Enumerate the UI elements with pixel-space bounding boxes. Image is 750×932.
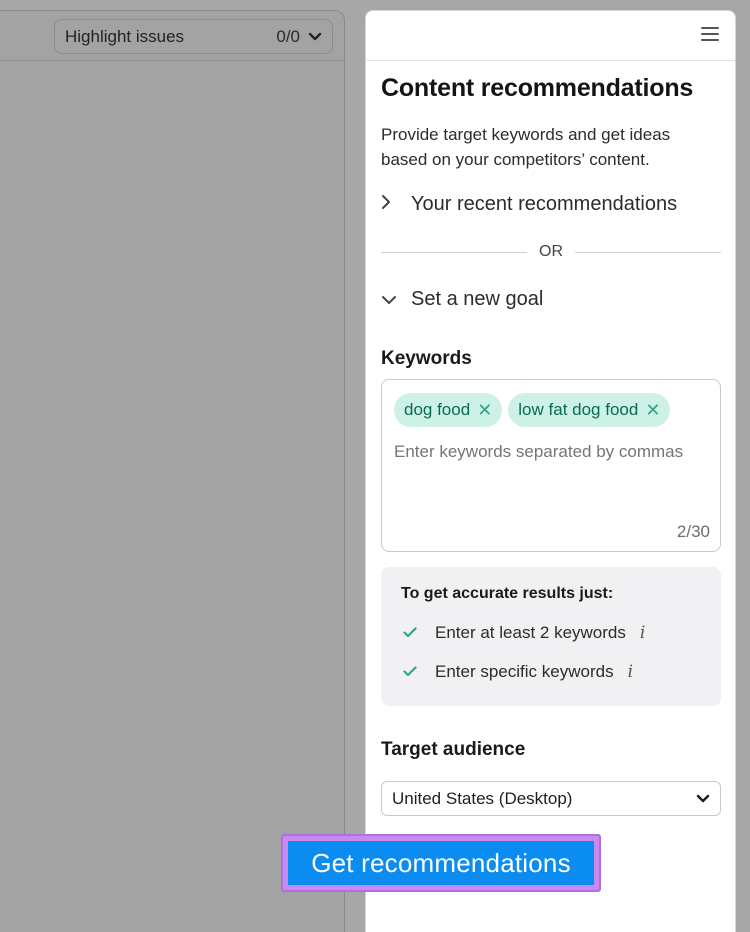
or-divider: OR (381, 241, 721, 263)
cta-highlight-frame: Get recommendations (281, 834, 601, 892)
editor-panel: Highlight issues 0/0 (0, 10, 345, 932)
highlight-issues-count: 0/0 (276, 26, 300, 46)
keyword-chip: dog food ✕ (394, 393, 503, 427)
highlight-issues-label: Highlight issues (65, 26, 185, 46)
editor-toolbar: Highlight issues 0/0 (0, 11, 344, 61)
check-icon (403, 662, 417, 682)
get-recommendations-button[interactable]: Get recommendations (288, 841, 594, 885)
sidebar-description: Provide target keywords and get ideas ba… (381, 125, 671, 169)
target-audience-select[interactable]: United States (Desktop) (381, 781, 721, 816)
info-icon[interactable]: i (640, 623, 645, 643)
hamburger-icon[interactable] (701, 27, 719, 43)
recent-recommendations-toggle[interactable]: Your recent recommendations (381, 193, 677, 216)
info-icon[interactable]: i (628, 662, 633, 682)
keyword-chip: low fat dog food ✕ (508, 393, 671, 427)
keywords-label: Keywords (381, 348, 472, 369)
tips-title: To get accurate results just: (401, 585, 614, 602)
check-icon (403, 623, 417, 643)
keyword-chip-label: dog food (404, 400, 471, 419)
or-label: OR (539, 243, 563, 260)
sidebar-header (366, 11, 735, 61)
keywords-counter: 2/30 (676, 522, 710, 541)
keyword-chip-label: low fat dog food (518, 400, 639, 419)
keyword-chips: dog food ✕ low fat dog food ✕ (394, 393, 671, 427)
chevron-down-icon (381, 288, 399, 311)
chevron-down-icon (696, 789, 710, 809)
target-audience-value: United States (Desktop) (392, 788, 573, 808)
chevron-down-icon (308, 32, 322, 42)
tip-item: Enter at least 2 keywords i (403, 623, 645, 643)
tip-label: Enter at least 2 keywords (435, 623, 626, 642)
content-recommendations-sidebar: Content recommendations Provide target k… (365, 10, 736, 932)
chevron-right-icon (381, 193, 399, 216)
close-icon[interactable]: ✕ (477, 401, 492, 419)
new-goal-label: Set a new goal (411, 288, 544, 310)
tips-box: To get accurate results just: Enter at l… (381, 567, 721, 706)
new-goal-toggle[interactable]: Set a new goal (381, 288, 543, 311)
close-icon[interactable]: ✕ (645, 401, 660, 419)
tip-label: Enter specific keywords (435, 662, 614, 681)
recent-recommendations-label: Your recent recommendations (411, 193, 678, 215)
tip-item: Enter specific keywords i (403, 662, 633, 682)
sidebar-title: Content recommendations (381, 74, 694, 102)
highlight-issues-dropdown[interactable]: Highlight issues 0/0 (54, 19, 333, 54)
target-audience-label: Target audience (381, 739, 526, 760)
keywords-input[interactable] (394, 442, 712, 462)
keywords-field[interactable]: dog food ✕ low fat dog food ✕ 2/30 (381, 379, 721, 552)
